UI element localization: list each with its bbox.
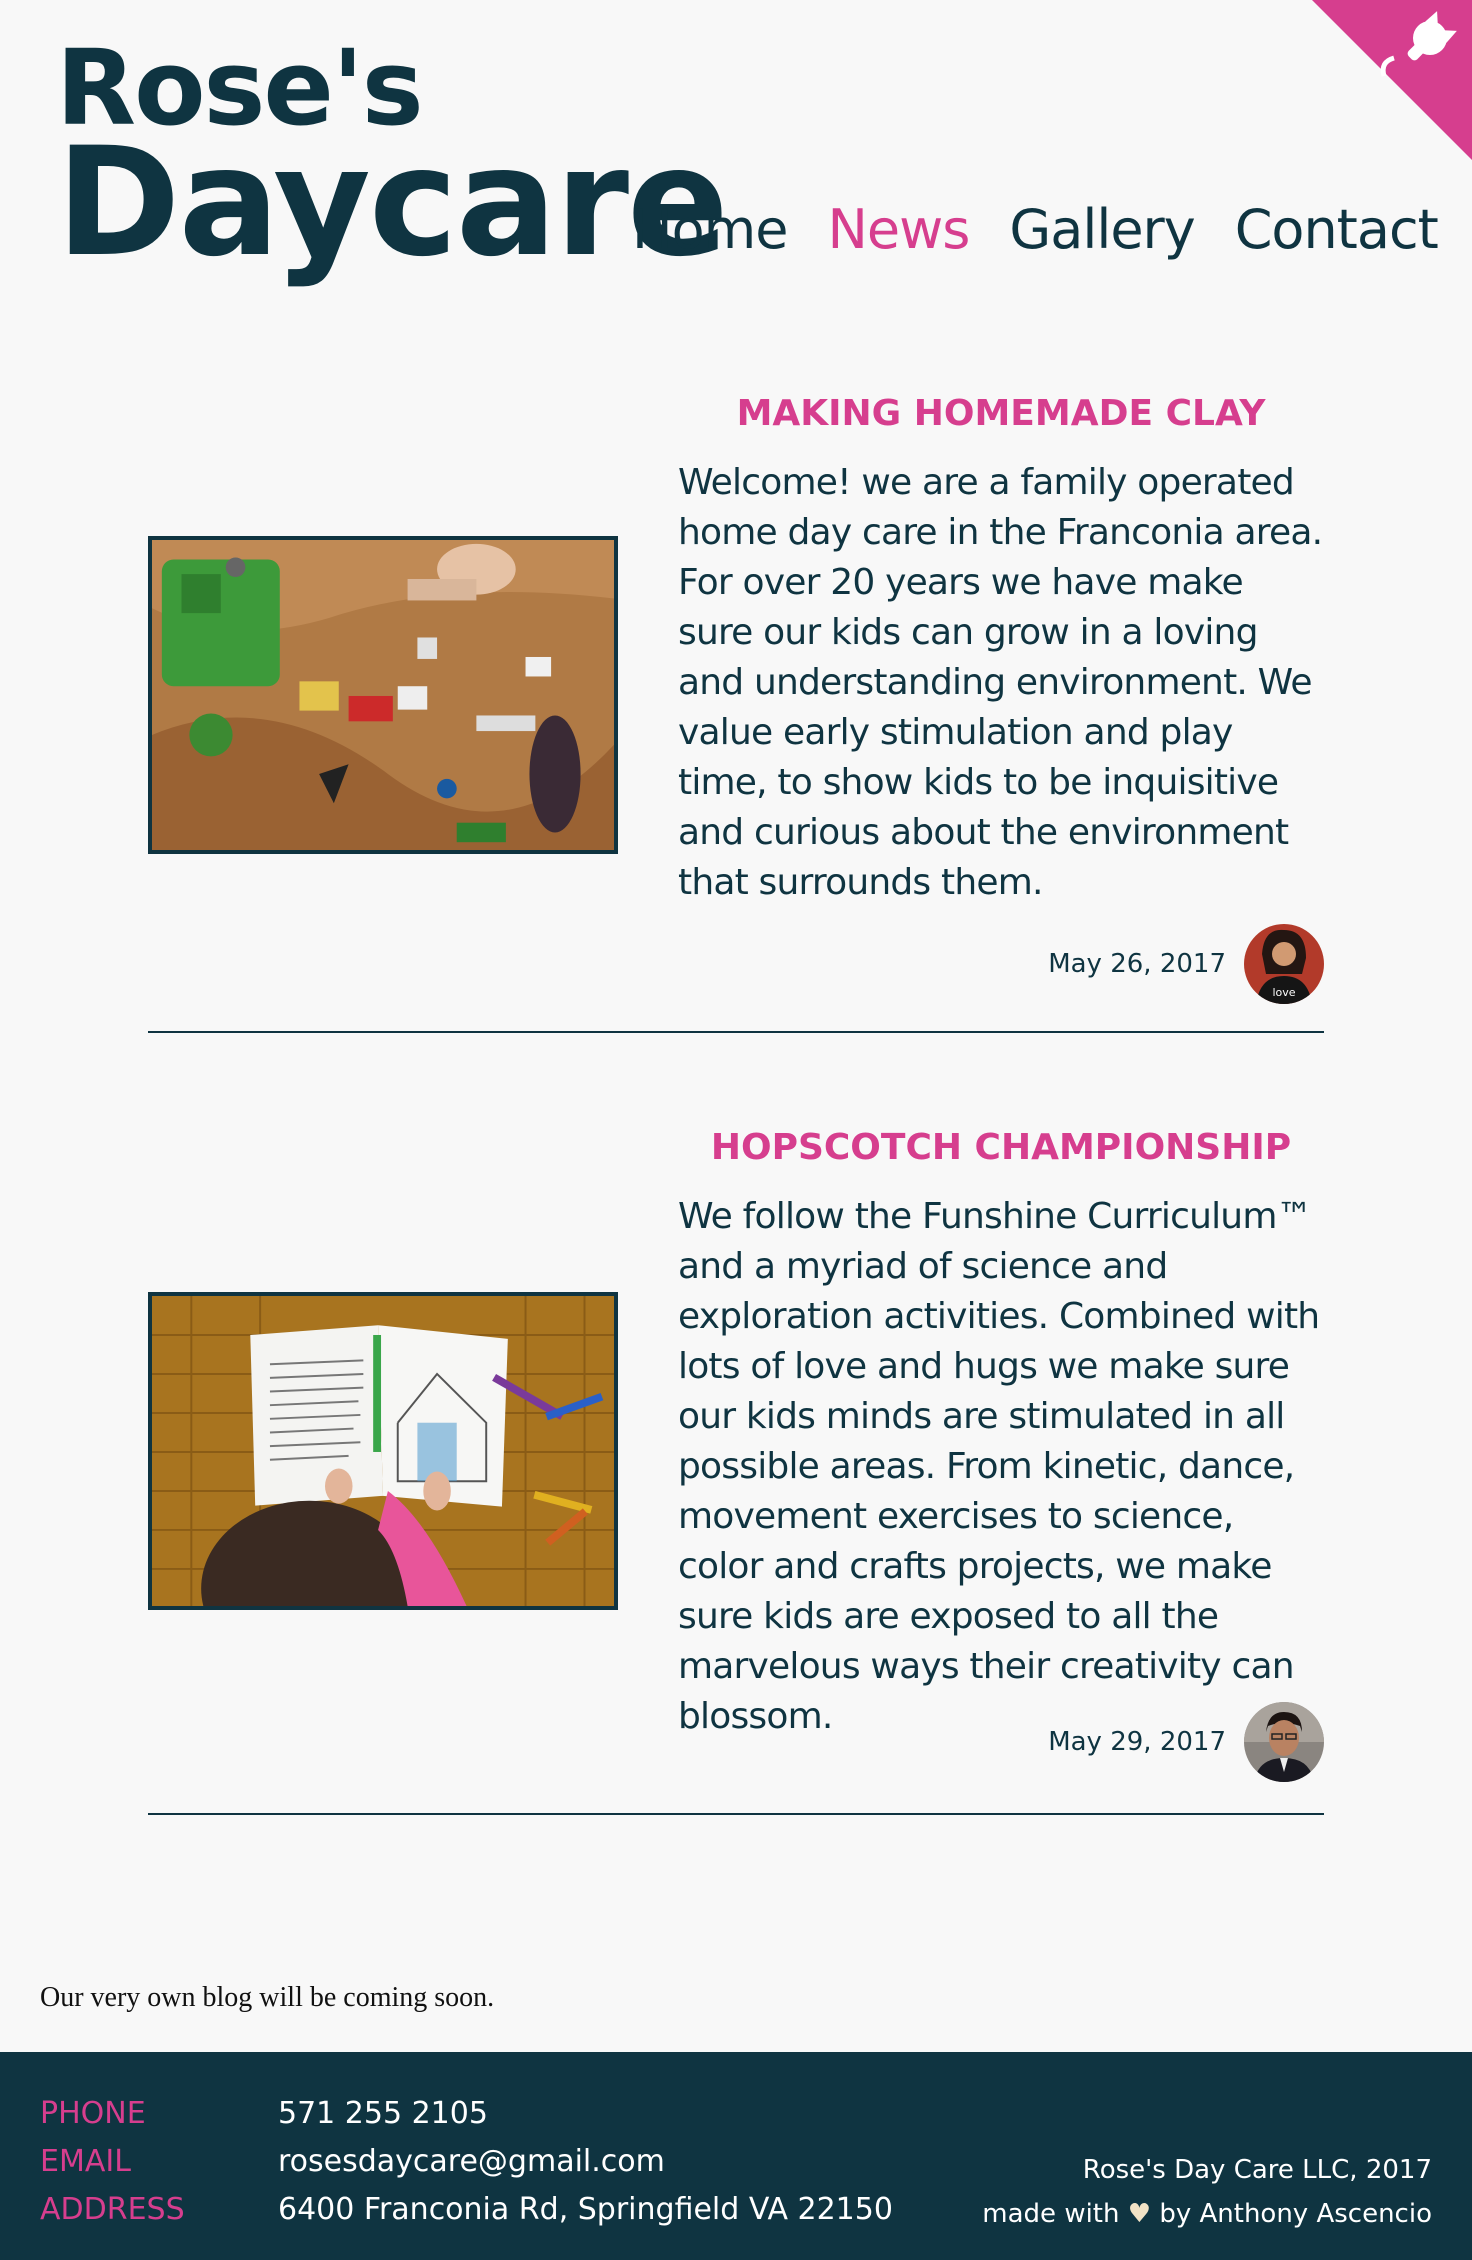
blog-coming-soon-note: Our very own blog will be coming soon. [40, 1982, 495, 2013]
footer-credit: Rose's Day Care LLC, 2017 made with ♥ by… [982, 2148, 1432, 2236]
post-title[interactable]: HOPSCOTCH CHAMPIONSHIP [678, 1126, 1324, 1170]
post-date: May 29, 2017 [1048, 1727, 1226, 1757]
author-avatar [1244, 1702, 1324, 1782]
address-value: 6400 Franconia Rd, Springfield VA 22150 [278, 2192, 893, 2227]
site-footer: PHONE EMAIL ADDRESS 571 255 2105 rosesda… [0, 2052, 1472, 2260]
contact-labels: PHONE EMAIL ADDRESS [40, 2090, 185, 2234]
author-credit-link[interactable]: by Anthony Ascencio [1159, 2199, 1432, 2229]
post-text: We follow the Funshine Curriculum™ and a… [678, 1196, 1320, 1737]
post-divider [148, 1813, 1324, 1815]
address-label: ADDRESS [40, 2192, 185, 2227]
post-image-coloring [148, 1292, 618, 1610]
post-content: MAKING HOMEMADE CLAY Welcome! we are a f… [678, 392, 1324, 908]
post-meta: May 26, 2017 love [1048, 924, 1324, 1004]
post-meta: May 29, 2017 [1048, 1702, 1324, 1782]
phone-label: PHONE [40, 2096, 146, 2131]
post-date: May 26, 2017 [1048, 949, 1226, 979]
github-octocat-icon [1312, 0, 1472, 160]
email-label: EMAIL [40, 2144, 131, 2179]
main-nav: Home News Gallery Contact [632, 192, 1439, 268]
made-with-line: made with ♥ by Anthony Ascencio [982, 2192, 1432, 2236]
post-divider [148, 1031, 1324, 1033]
copyright-text: Rose's Day Care LLC, 2017 [1082, 2155, 1432, 2185]
nav-news[interactable]: News [827, 192, 970, 268]
heart-icon: ♥ [1127, 2199, 1152, 2229]
svg-text:love: love [1272, 986, 1295, 999]
nav-home[interactable]: Home [632, 192, 788, 268]
nav-gallery[interactable]: Gallery [1009, 192, 1195, 268]
email-value[interactable]: rosesdaycare@gmail.com [278, 2138, 893, 2186]
news-post: HOPSCOTCH CHAMPIONSHIP We follow the Fun… [148, 1126, 1324, 1790]
post-content: HOPSCOTCH CHAMPIONSHIP We follow the Fun… [678, 1126, 1324, 1742]
made-with-text: made with [982, 2199, 1120, 2229]
news-post: MAKING HOMEMADE CLAY Welcome! we are a f… [148, 392, 1324, 1004]
author-avatar: love [1244, 924, 1324, 1004]
site-logo[interactable]: Rose's Daycare [56, 36, 729, 290]
nav-contact[interactable]: Contact [1235, 192, 1439, 268]
post-image-toys [148, 536, 618, 854]
logo-line-2: Daycare [56, 116, 729, 290]
contact-values: 571 255 2105 rosesdaycare@gmail.com 6400… [278, 2090, 893, 2234]
post-text: Welcome! we are a family operated home d… [678, 462, 1323, 903]
phone-value[interactable]: 571 255 2105 [278, 2090, 893, 2138]
post-title[interactable]: MAKING HOMEMADE CLAY [678, 392, 1324, 436]
github-corner-link[interactable] [1312, 0, 1472, 160]
